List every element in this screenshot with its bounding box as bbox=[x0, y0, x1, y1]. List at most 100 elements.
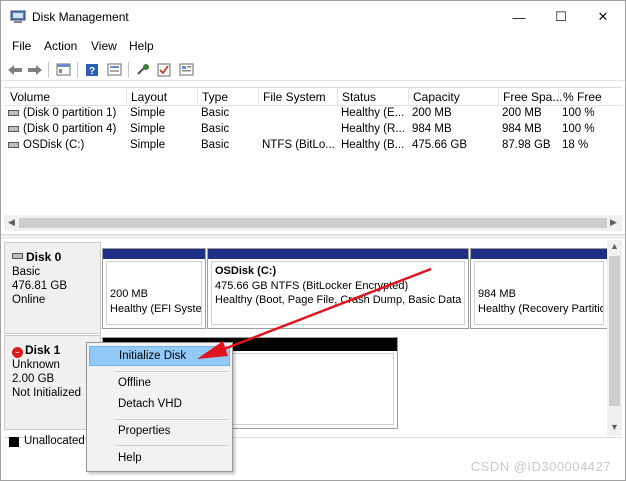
cell-type: Basic bbox=[201, 107, 230, 119]
cell-type: Basic bbox=[201, 139, 230, 151]
column-header-layout[interactable]: Layout bbox=[127, 90, 167, 106]
scrollbar-thumb[interactable] bbox=[19, 218, 607, 228]
scrollbar-thumb[interactable] bbox=[609, 256, 620, 406]
close-button[interactable]: ✕ bbox=[581, 1, 625, 33]
column-header-status[interactable]: Status bbox=[338, 90, 376, 106]
svg-text:?: ? bbox=[89, 66, 95, 77]
partition-osdisk[interactable]: OSDisk (C:) 475.66 GB NTFS (BitLocker En… bbox=[207, 248, 469, 329]
disk-name: Disk 1 bbox=[25, 343, 61, 357]
menu-item-help[interactable]: Help bbox=[89, 449, 230, 469]
cell-status: Healthy (R... bbox=[341, 123, 405, 135]
cell-capacity: 475.66 GB bbox=[412, 139, 467, 151]
cell-percent-free: 100 % bbox=[562, 123, 595, 135]
partition-efi[interactable]: 200 MB Healthy (EFI System Partition) bbox=[102, 248, 206, 329]
cell-free-space: 87.98 GB bbox=[502, 139, 551, 151]
cell-layout: Simple bbox=[130, 123, 166, 135]
help-icon[interactable]: ? bbox=[83, 61, 101, 78]
disk-icon bbox=[12, 253, 23, 259]
drive-icon bbox=[8, 142, 19, 148]
volume-list-header: Volume Layout Type File System Status Ca… bbox=[4, 88, 622, 106]
partition-details: 200 MB Healthy (EFI System Partition) bbox=[106, 261, 202, 325]
cell-type: Basic bbox=[201, 123, 230, 135]
cell-layout: Simple bbox=[130, 107, 166, 119]
partition-details: OSDisk (C:) 475.66 GB NTFS (BitLocker En… bbox=[211, 261, 465, 325]
column-header-capacity[interactable]: Capacity bbox=[409, 90, 460, 106]
cell-status: Healthy (B... bbox=[341, 139, 405, 151]
forward-icon[interactable] bbox=[26, 61, 44, 78]
settings-icon[interactable] bbox=[177, 61, 195, 78]
column-header-percent-free[interactable]: % Free bbox=[559, 90, 602, 106]
drive-icon bbox=[8, 126, 19, 132]
menu-item-offline[interactable]: Offline bbox=[89, 374, 230, 394]
cell-status: Healthy (E... bbox=[341, 107, 405, 119]
disk-state: Online bbox=[12, 294, 46, 306]
menu-help[interactable]: Help bbox=[129, 39, 154, 53]
cell-free-space: 984 MB bbox=[502, 123, 542, 135]
partition-status: Healthy (Boot, Page File, Crash Dump, Ba… bbox=[215, 294, 464, 306]
cell-file-system: NTFS (BitLo... bbox=[262, 139, 335, 151]
partition-size: 984 MB bbox=[478, 288, 516, 300]
pane-splitter[interactable] bbox=[1, 234, 625, 239]
menu-action[interactable]: Action bbox=[44, 39, 77, 53]
vertical-scrollbar[interactable]: ▲ ▼ bbox=[607, 240, 622, 436]
cell-volume: (Disk 0 partition 1) bbox=[23, 107, 117, 119]
menu-separator bbox=[115, 445, 228, 446]
scroll-right-arrow-icon[interactable]: ▶ bbox=[610, 217, 617, 228]
rescan-icon[interactable] bbox=[134, 61, 152, 78]
minimize-button[interactable]: — bbox=[497, 1, 541, 33]
cell-free-space: 200 MB bbox=[502, 107, 542, 119]
partition-status: Healthy (EFI System Partition) bbox=[110, 302, 202, 315]
scroll-down-arrow-icon[interactable]: ▼ bbox=[610, 422, 619, 432]
table-row[interactable]: (Disk 0 partition 4) Simple Basic Health… bbox=[4, 122, 622, 138]
maximize-button[interactable]: ☐ bbox=[539, 1, 583, 33]
legend-label-unallocated: Unallocated bbox=[24, 435, 85, 447]
disk-management-window: Disk Management — ☐ ✕ File Action View H… bbox=[0, 0, 626, 481]
scroll-up-arrow-icon[interactable]: ▲ bbox=[610, 241, 619, 251]
menu-file[interactable]: File bbox=[12, 39, 31, 53]
partition-details: 984 MB Healthy (Recovery Partition) bbox=[474, 261, 604, 325]
cell-volume: (Disk 0 partition 4) bbox=[23, 123, 117, 135]
menu-item-initialize-disk[interactable]: Initialize Disk bbox=[89, 346, 230, 366]
toolbar: ? bbox=[1, 59, 625, 81]
horizontal-scrollbar[interactable]: ◀ ▶ bbox=[4, 215, 622, 231]
menu-bar: File Action View Help bbox=[1, 37, 625, 57]
toolbar-separator bbox=[77, 62, 78, 78]
column-header-type[interactable]: Type bbox=[198, 90, 228, 106]
toolbar-separator bbox=[128, 62, 129, 78]
disk-management-app-icon bbox=[10, 10, 26, 23]
menu-separator bbox=[115, 419, 228, 420]
column-header-free-space[interactable]: Free Spa... bbox=[499, 90, 562, 106]
disk-0-label[interactable]: Disk 0 Basic 476.81 GB Online bbox=[4, 242, 101, 334]
cell-capacity: 984 MB bbox=[412, 123, 452, 135]
partition-status: Healthy (Recovery Partition) bbox=[478, 302, 604, 315]
partition-recovery[interactable]: 984 MB Healthy (Recovery Partition) bbox=[470, 248, 608, 329]
menu-item-detach-vhd[interactable]: Detach VHD bbox=[89, 395, 230, 415]
watermark-text: CSDN @ID300004427 bbox=[470, 459, 611, 474]
menu-item-properties[interactable]: Properties bbox=[89, 422, 230, 442]
volume-list: Volume Layout Type File System Status Ca… bbox=[4, 87, 622, 233]
partition-name: OSDisk (C:) bbox=[215, 265, 277, 277]
title-bar: Disk Management — ☐ ✕ bbox=[1, 1, 625, 33]
scroll-left-arrow-icon[interactable]: ◀ bbox=[8, 217, 15, 228]
partition-color-bar bbox=[208, 249, 468, 259]
column-header-file-system[interactable]: File System bbox=[259, 90, 326, 106]
table-row[interactable]: (Disk 0 partition 1) Simple Basic Health… bbox=[4, 106, 622, 122]
menu-view[interactable]: View bbox=[91, 39, 117, 53]
context-menu: Initialize Disk Offline Detach VHD Prope… bbox=[86, 342, 233, 472]
cell-capacity: 200 MB bbox=[412, 107, 452, 119]
cell-percent-free: 100 % bbox=[562, 107, 595, 119]
refresh-icon[interactable] bbox=[105, 61, 123, 78]
drive-icon bbox=[8, 110, 19, 116]
window-title: Disk Management bbox=[32, 10, 129, 24]
check-icon[interactable] bbox=[155, 61, 173, 78]
disk-size: 476.81 GB bbox=[12, 280, 67, 292]
column-header-volume[interactable]: Volume bbox=[6, 90, 50, 106]
partition-size: 475.66 GB NTFS (BitLocker Encrypted) bbox=[215, 279, 409, 292]
table-row[interactable]: OSDisk (C:) Simple Basic NTFS (BitLo... … bbox=[4, 138, 622, 154]
properties-icon[interactable] bbox=[54, 61, 72, 78]
disk-type: Basic bbox=[12, 266, 41, 278]
back-icon[interactable] bbox=[6, 61, 24, 78]
toolbar-separator bbox=[48, 62, 49, 78]
menu-separator bbox=[115, 371, 228, 372]
partition-color-bar bbox=[103, 249, 205, 259]
